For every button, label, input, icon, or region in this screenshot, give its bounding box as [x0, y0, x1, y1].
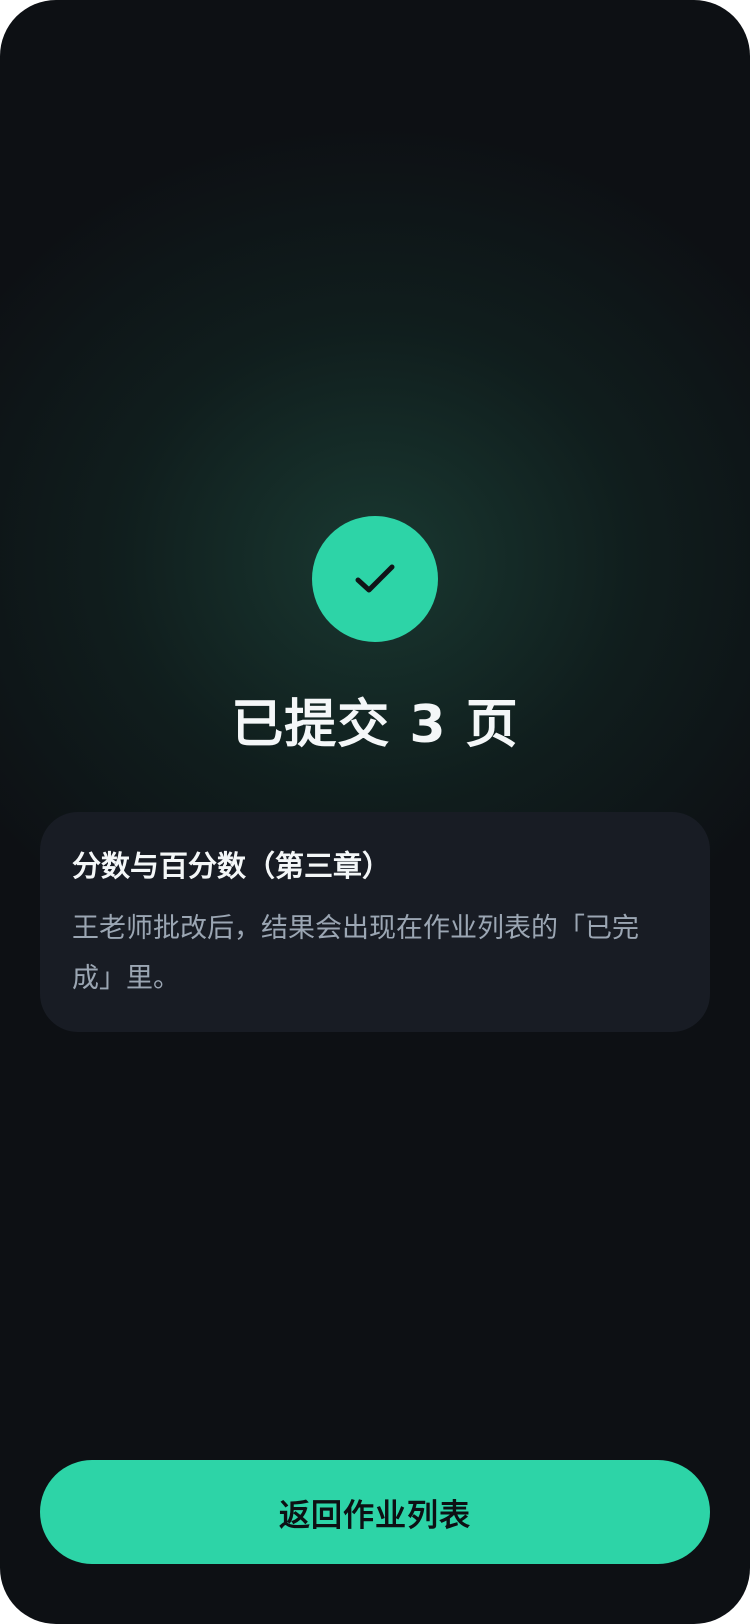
grading-message: 王老师批改后，结果会出现在作业列表的「已完成」里。 [72, 913, 639, 994]
submission-success-screen: 已提交 3 页 分数与百分数（第三章） 王老师批改后，结果会出现在作业列表的「已… [0, 0, 750, 1624]
assignment-info-card: 分数与百分数（第三章） 王老师批改后，结果会出现在作业列表的「已完成」里。 [40, 812, 710, 1032]
assignment-title: 分数与百分数（第三章） [72, 849, 392, 883]
return-to-assignment-list-button[interactable]: 返回作业列表 [40, 1460, 710, 1564]
success-check-badge [312, 516, 438, 642]
page-title: 已提交 3 页 [231, 695, 519, 755]
check-icon [355, 564, 395, 593]
